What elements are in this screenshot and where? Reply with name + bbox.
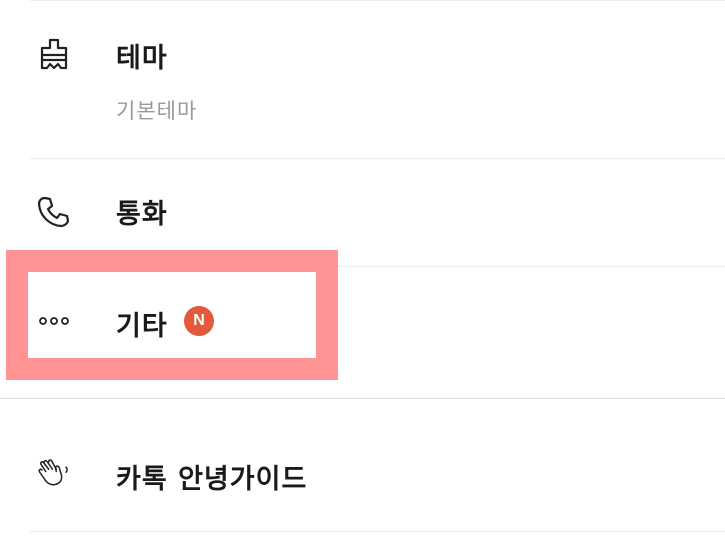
bottom-divider	[30, 531, 725, 532]
menu-item-guide[interactable]: 카톡 안녕가이드	[0, 399, 725, 531]
menu-item-theme-value: 기본테마	[116, 99, 198, 123]
menu-item-theme-label: 테마	[116, 43, 168, 74]
waving-hand-icon	[36, 455, 84, 491]
highlight-box	[6, 250, 338, 380]
settings-page: 테마 기본테마 통화 기타 N 카톡 안녕가이드	[0, 0, 725, 546]
phone-icon	[36, 194, 72, 230]
menu-item-call-label: 통화	[116, 199, 168, 230]
paintbrush-icon	[36, 36, 72, 72]
menu-item-theme[interactable]: 테마 기본테마	[0, 0, 725, 158]
menu-item-guide-label: 카톡 안녕가이드	[116, 464, 308, 495]
